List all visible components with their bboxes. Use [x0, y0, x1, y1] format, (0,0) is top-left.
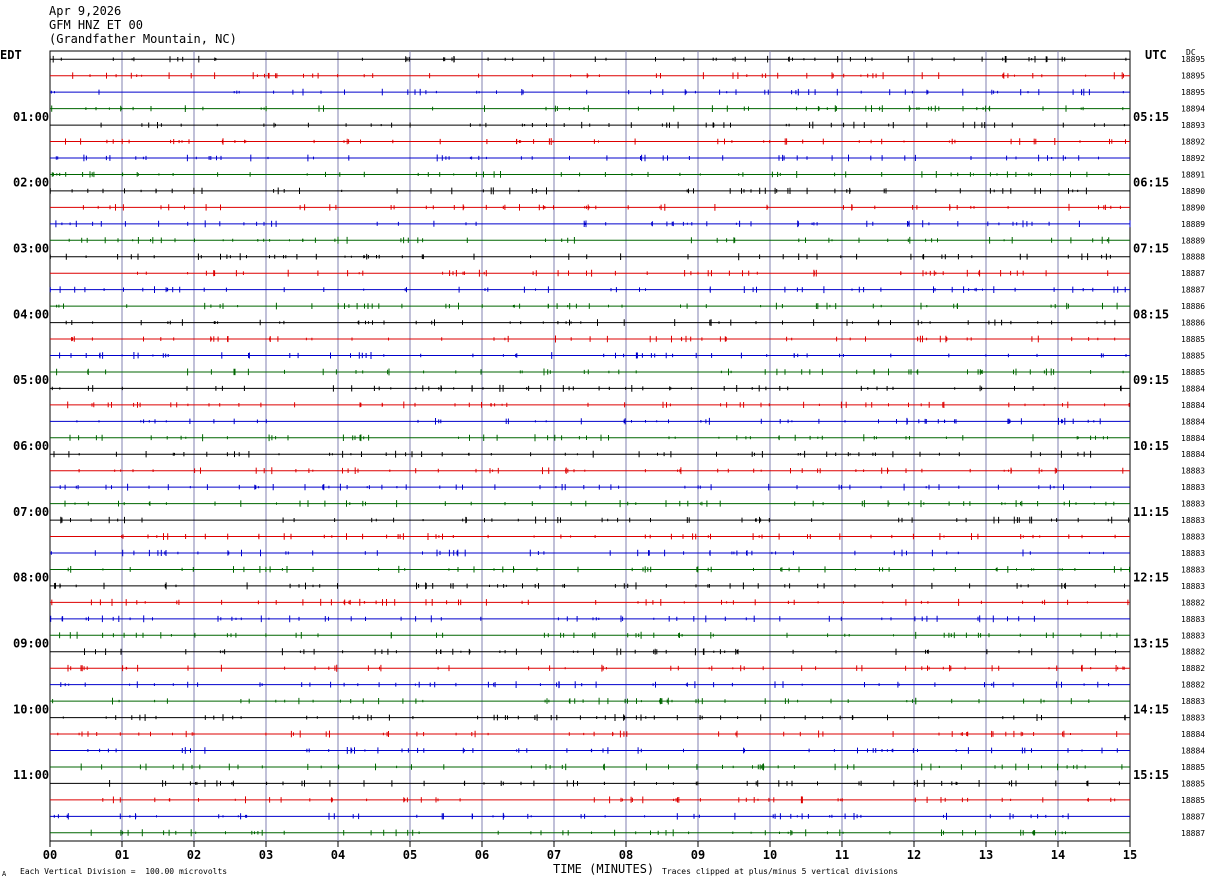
dc-value-label: 18885	[1181, 779, 1205, 788]
left-hour-label: 02:00	[13, 176, 49, 190]
right-hour-label: 08:15	[1133, 307, 1169, 321]
x-tick-label: 14	[1051, 848, 1065, 862]
dc-value-label: 18887	[1181, 269, 1205, 278]
dc-value-label: 18883	[1181, 714, 1205, 723]
dc-value-label: 18883	[1181, 483, 1205, 492]
dc-value-label: 18882	[1181, 598, 1205, 607]
left-hour-label: 03:00	[13, 242, 49, 256]
x-tick-label: 15	[1123, 848, 1137, 862]
right-hour-label: 05:15	[1133, 110, 1169, 124]
dc-value-label: 18886	[1181, 319, 1205, 328]
left-hour-label: 05:00	[13, 373, 49, 387]
dc-value-label: 18892	[1181, 154, 1205, 163]
x-tick-label: 02	[187, 848, 201, 862]
x-tick-label: 06	[475, 848, 489, 862]
right-hour-label: 14:15	[1133, 702, 1169, 716]
dc-value-label: 18885	[1181, 335, 1205, 344]
right-hour-label: 06:15	[1133, 176, 1169, 190]
dc-value-label: 18886	[1181, 302, 1205, 311]
grid-group	[49, 50, 1131, 847]
labels-group: 01:00 02:00 03:00 04:00 05:00 06:00 07:00 08:00…	[13, 55, 1205, 862]
x-tick-label: 03	[259, 848, 273, 862]
dc-value-label: 18883	[1181, 516, 1205, 525]
x-tick-label: 05	[403, 848, 417, 862]
dc-value-label: 18895	[1181, 88, 1205, 97]
x-tick-label: 13	[979, 848, 993, 862]
dc-value-label: 18884	[1181, 730, 1205, 739]
dc-value-label: 18884	[1181, 450, 1205, 459]
dc-value-label: 18882	[1181, 648, 1205, 657]
dc-value-label: 18882	[1181, 664, 1205, 673]
helicorder-chart: 01:00 02:00 03:00 04:00 05:00 06:00 07:00 08:00…	[13, 50, 1205, 862]
dc-value-label: 18892	[1181, 138, 1205, 147]
x-tick-label: 10	[763, 848, 777, 862]
dc-value-label: 18882	[1181, 681, 1205, 690]
dc-value-label: 18887	[1181, 812, 1205, 821]
dc-value-label: 18883	[1181, 615, 1205, 624]
dc-value-label: 18895	[1181, 72, 1205, 81]
left-hour-label: 11:00	[13, 768, 49, 782]
dc-value-label: 18885	[1181, 368, 1205, 377]
dc-value-label: 18883	[1181, 631, 1205, 640]
right-hour-label: 13:15	[1133, 637, 1169, 651]
dc-value-label: 18885	[1181, 796, 1205, 805]
dc-value-label: 18891	[1181, 170, 1205, 179]
dc-value-label: 18883	[1181, 697, 1205, 706]
dc-value-label: 18884	[1181, 384, 1205, 393]
dc-value-label: 18889	[1181, 236, 1205, 245]
plot-frame	[49, 50, 1131, 842]
x-tick-label: 04	[331, 848, 345, 862]
right-hour-label: 11:15	[1133, 505, 1169, 519]
x-axis-title: TIME (MINUTES)	[553, 862, 655, 876]
dc-value-label: 18890	[1181, 203, 1205, 212]
dc-value-label: 18883	[1181, 565, 1205, 574]
right-hour-label: 15:15	[1133, 768, 1169, 782]
right-hour-label: 09:15	[1133, 373, 1169, 387]
scale-note: Each Vertical Division = 100.00 microvol…	[20, 867, 228, 876]
left-hour-label: 09:00	[13, 637, 49, 651]
x-tick-label: 07	[547, 848, 561, 862]
dc-value-label: 18888	[1181, 253, 1205, 262]
clip-note: Traces clipped at plus/minus 5 vertical …	[662, 867, 899, 876]
left-hour-label: 07:00	[13, 505, 49, 519]
dc-value-label: 18883	[1181, 500, 1205, 509]
dc-value-label: 18884	[1181, 417, 1205, 426]
dc-value-label: 18887	[1181, 286, 1205, 295]
dc-value-label: 18885	[1181, 351, 1205, 360]
left-hour-label: 04:00	[13, 307, 49, 321]
dc-value-label: 18887	[1181, 829, 1205, 838]
left-hour-label: 01:00	[13, 110, 49, 124]
dc-value-label: 18883	[1181, 467, 1205, 476]
dc-value-label: 18884	[1181, 401, 1205, 410]
dc-value-label: 18883	[1181, 549, 1205, 558]
dc-value-label: 18885	[1181, 763, 1205, 772]
left-hour-label: 10:00	[13, 702, 49, 716]
dc-value-label: 18895	[1181, 55, 1205, 64]
x-tick-label: 08	[619, 848, 633, 862]
dc-value-label: 18894	[1181, 105, 1205, 114]
left-hour-label: 06:00	[13, 439, 49, 453]
x-tick-label: 09	[691, 848, 705, 862]
right-hour-label: 12:15	[1133, 571, 1169, 585]
dc-value-label: 18883	[1181, 533, 1205, 542]
x-tick-label: 12	[907, 848, 921, 862]
dc-value-label: 18884	[1181, 434, 1205, 443]
right-hour-label: 10:15	[1133, 439, 1169, 453]
dc-value-label: 18884	[1181, 746, 1205, 755]
x-tick-label: 01	[115, 848, 129, 862]
left-hour-label: 08:00	[13, 571, 49, 585]
x-tick-label: 11	[835, 848, 849, 862]
corner-mark: A	[2, 870, 7, 878]
x-tick-label: 00	[43, 848, 57, 862]
traces-group	[49, 55, 1131, 837]
dc-value-label: 18889	[1181, 220, 1205, 229]
dc-value-label: 18883	[1181, 582, 1205, 591]
dc-value-label: 18890	[1181, 187, 1205, 196]
right-hour-label: 07:15	[1133, 242, 1169, 256]
dc-value-label: 18893	[1181, 121, 1205, 130]
